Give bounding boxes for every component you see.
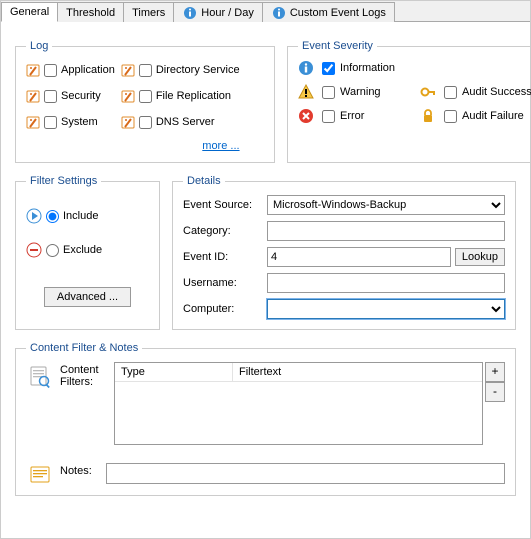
username-label: Username: bbox=[183, 277, 267, 289]
eventlog-icon bbox=[121, 63, 135, 77]
tab-hour-day[interactable]: Hour / Day bbox=[173, 2, 263, 22]
computer-select[interactable] bbox=[267, 299, 505, 319]
eventlog-icon bbox=[26, 89, 40, 103]
arrow-right-icon bbox=[26, 208, 42, 224]
log-item-application: Application bbox=[26, 60, 115, 80]
tab-custom-event-logs[interactable]: Custom Event Logs bbox=[262, 2, 395, 22]
tab-strip: General Threshold Timers Hour / Day Cust… bbox=[1, 1, 530, 22]
tabpanel-general: Log Application Security bbox=[1, 22, 530, 538]
radio-exclude[interactable] bbox=[46, 244, 59, 257]
checkbox-dns[interactable] bbox=[139, 116, 152, 129]
window: General Threshold Timers Hour / Day Cust… bbox=[0, 0, 531, 539]
content-filters-icon bbox=[26, 362, 54, 388]
table-header: Type Filtertext bbox=[115, 363, 482, 382]
error-icon bbox=[298, 108, 314, 124]
checkbox-filerepl[interactable] bbox=[139, 90, 152, 103]
info-icon bbox=[298, 60, 314, 76]
event-source-select[interactable]: Microsoft-Windows-Backup bbox=[267, 195, 505, 215]
label-directory: Directory Service bbox=[156, 64, 240, 76]
log-item-dns: DNS Server bbox=[121, 112, 240, 132]
eventlog-icon bbox=[121, 115, 135, 129]
checkbox-application[interactable] bbox=[44, 64, 57, 77]
tab-threshold[interactable]: Threshold bbox=[57, 2, 124, 22]
filter-fieldset: Filter Settings Include Exclude Advanced… bbox=[15, 175, 160, 330]
col-type[interactable]: Type bbox=[115, 363, 233, 381]
log-fieldset: Log Application Security bbox=[15, 40, 275, 163]
add-filter-button[interactable]: + bbox=[485, 362, 505, 382]
content-filters-label: Content Filters: bbox=[60, 362, 108, 388]
label-filerepl: File Replication bbox=[156, 90, 231, 102]
label-security: Security bbox=[61, 90, 101, 102]
label-warning: Warning bbox=[340, 86, 416, 98]
tab-general[interactable]: General bbox=[1, 2, 58, 22]
info-icon bbox=[182, 5, 198, 21]
event-id-label: Event ID: bbox=[183, 251, 267, 263]
log-legend: Log bbox=[26, 40, 52, 52]
event-source-label: Event Source: bbox=[183, 199, 267, 211]
details-legend: Details bbox=[183, 175, 225, 187]
checkbox-error[interactable] bbox=[322, 110, 335, 123]
label-audit-failure: Audit Failure bbox=[462, 110, 531, 122]
lock-icon bbox=[420, 108, 436, 124]
notes-icon bbox=[26, 463, 54, 485]
checkbox-audit-success[interactable] bbox=[444, 86, 457, 99]
label-application: Application bbox=[61, 64, 115, 76]
label-include: Include bbox=[63, 210, 98, 222]
lookup-button[interactable]: Lookup bbox=[455, 248, 505, 266]
log-item-directory: Directory Service bbox=[121, 60, 240, 80]
notes-input[interactable] bbox=[106, 463, 505, 484]
info-icon bbox=[271, 5, 287, 21]
notes-label: Notes: bbox=[60, 463, 100, 477]
label-audit-success: Audit Success bbox=[462, 86, 531, 98]
category-label: Category: bbox=[183, 225, 267, 237]
table-body bbox=[115, 382, 482, 444]
content-legend: Content Filter & Notes bbox=[26, 342, 142, 354]
computer-label: Computer: bbox=[183, 303, 267, 315]
log-item-system: System bbox=[26, 112, 115, 132]
content-fieldset: Content Filter & Notes Content Filters: … bbox=[15, 342, 516, 496]
checkbox-audit-failure[interactable] bbox=[444, 110, 457, 123]
checkbox-warning[interactable] bbox=[322, 86, 335, 99]
checkbox-directory[interactable] bbox=[139, 64, 152, 77]
warning-icon bbox=[298, 84, 314, 100]
checkbox-security[interactable] bbox=[44, 90, 57, 103]
radio-include[interactable] bbox=[46, 210, 59, 223]
more-link[interactable]: more ... bbox=[121, 140, 240, 152]
col-filtertext[interactable]: Filtertext bbox=[233, 363, 482, 381]
checkbox-information[interactable] bbox=[322, 62, 335, 75]
minus-circle-icon bbox=[26, 242, 42, 258]
label-information: Information bbox=[340, 62, 416, 74]
label-exclude: Exclude bbox=[63, 244, 102, 256]
log-item-filerepl: File Replication bbox=[121, 86, 240, 106]
event-id-input[interactable] bbox=[267, 247, 451, 267]
remove-filter-button[interactable]: - bbox=[485, 382, 505, 402]
tab-timers[interactable]: Timers bbox=[123, 2, 174, 22]
username-input[interactable] bbox=[267, 273, 505, 293]
filter-legend: Filter Settings bbox=[26, 175, 101, 187]
content-filters-table[interactable]: Type Filtertext bbox=[114, 362, 483, 445]
key-icon bbox=[420, 84, 436, 100]
advanced-button[interactable]: Advanced ... bbox=[44, 287, 131, 307]
category-input[interactable] bbox=[267, 221, 505, 241]
label-system: System bbox=[61, 116, 98, 128]
eventlog-icon bbox=[26, 115, 40, 129]
severity-legend: Event Severity bbox=[298, 40, 377, 52]
checkbox-system[interactable] bbox=[44, 116, 57, 129]
label-error: Error bbox=[340, 110, 416, 122]
details-fieldset: Details Event Source: Microsoft-Windows-… bbox=[172, 175, 516, 330]
label-dns: DNS Server bbox=[156, 116, 215, 128]
eventlog-icon bbox=[26, 63, 40, 77]
eventlog-icon bbox=[121, 89, 135, 103]
severity-fieldset: Event Severity Information Warning Audit… bbox=[287, 40, 531, 163]
log-item-security: Security bbox=[26, 86, 115, 106]
